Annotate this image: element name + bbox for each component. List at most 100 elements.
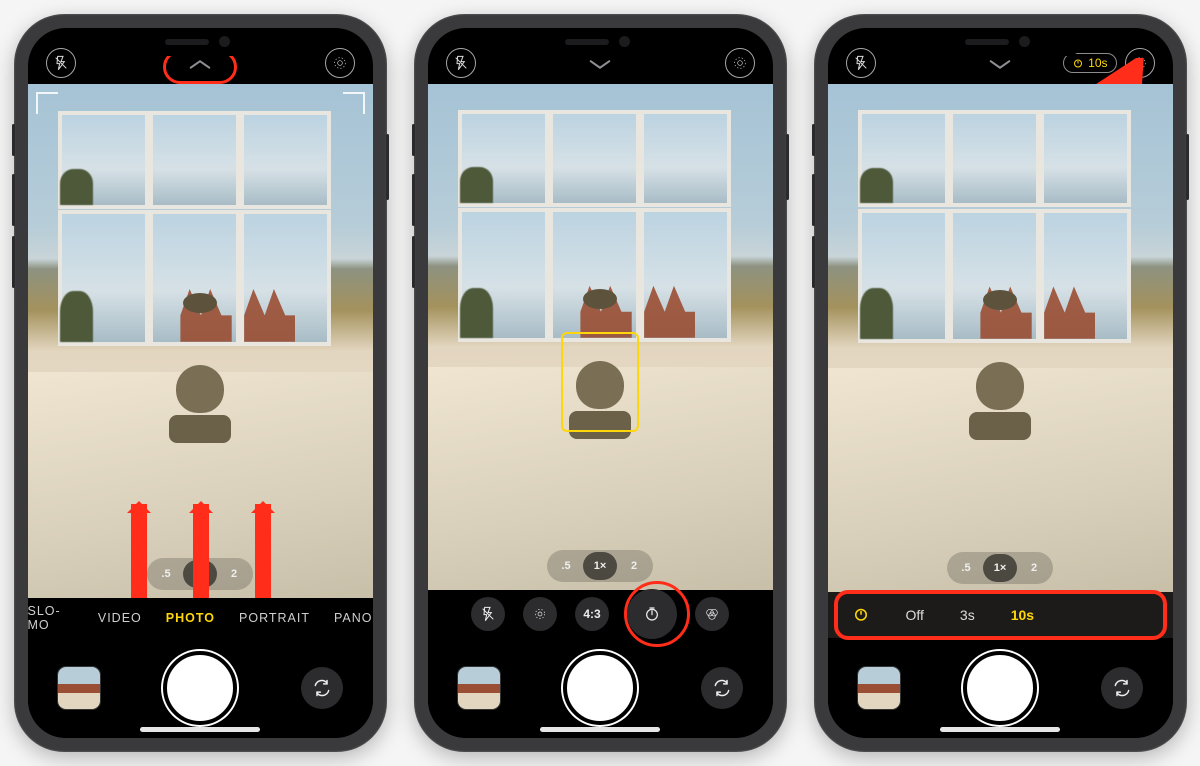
timer-indicator-label: 10s (1088, 56, 1107, 70)
mode-photo[interactable]: PHOTO (166, 611, 215, 625)
iphone-frame: .5 1× 2 4:3 (414, 14, 787, 752)
camera-controls-tray: 4:3 (428, 590, 773, 638)
annotation-box-timer-options (834, 590, 1167, 640)
scene-window (862, 114, 1138, 348)
mode-pano[interactable]: PANO (334, 611, 373, 625)
live-photo-toggle[interactable] (325, 48, 355, 78)
flash-off-icon (453, 55, 469, 71)
flash-off-icon (480, 606, 496, 622)
flash-off-icon (853, 55, 869, 71)
shutter-bar (28, 638, 373, 738)
chevron-down-icon (587, 57, 613, 71)
live-photo-icon (732, 55, 748, 71)
mute-switch (412, 124, 415, 156)
switch-camera-icon (1112, 678, 1132, 698)
shutter-button[interactable] (167, 655, 233, 721)
timer-options-row: Off 3s 10s (828, 592, 1173, 638)
iphone-frame: .5 1× 2 SLO-MO VIDEO PHOTO PORTRAIT PANO (14, 14, 387, 752)
shutter-button[interactable] (967, 655, 1033, 721)
switch-camera-button[interactable] (301, 667, 343, 709)
zoom-wide[interactable]: 1× (183, 560, 217, 588)
switch-camera-button[interactable] (701, 667, 743, 709)
timer-indicator-pill[interactable]: 10s (1063, 53, 1116, 73)
scene-subject (168, 351, 232, 437)
chevron-down-icon (987, 57, 1013, 71)
tray-filters-button[interactable] (695, 597, 729, 631)
flash-toggle[interactable] (846, 48, 876, 78)
camera-viewfinder[interactable]: .5 1× 2 (28, 84, 373, 598)
expand-controls-chevron[interactable] (187, 57, 213, 76)
volume-down-button (12, 236, 15, 288)
zoom-ultrawide[interactable]: .5 (949, 554, 983, 582)
scene-subject (968, 348, 1032, 434)
focus-indicator (561, 332, 639, 432)
timer-icon (644, 606, 660, 622)
live-photo-icon (532, 606, 548, 622)
chevron-up-icon (187, 57, 213, 71)
timer-icon (1072, 57, 1084, 69)
scene-window (62, 115, 338, 351)
zoom-tele[interactable]: 2 (217, 560, 251, 588)
camera-viewfinder[interactable]: .5 1× 2 (828, 84, 1173, 592)
zoom-tele[interactable]: 2 (1017, 554, 1051, 582)
volume-up-button (412, 174, 415, 226)
side-button (386, 134, 389, 200)
switch-camera-icon (712, 678, 732, 698)
zoom-selector[interactable]: .5 1× 2 (147, 558, 253, 590)
shutter-button[interactable] (567, 655, 633, 721)
live-photo-toggle[interactable] (725, 48, 755, 78)
timer-option-off[interactable]: Off (906, 607, 924, 623)
scene-window (462, 114, 738, 347)
volume-up-button (812, 174, 815, 226)
volume-down-button (812, 236, 815, 288)
side-button (1186, 134, 1189, 200)
side-button (786, 134, 789, 200)
zoom-wide[interactable]: 1× (983, 554, 1017, 582)
tray-timer-button[interactable] (627, 589, 677, 639)
flash-off-icon (53, 55, 69, 71)
filters-icon (704, 606, 720, 622)
notch (515, 28, 685, 56)
mode-video[interactable]: VIDEO (98, 611, 142, 625)
switch-camera-button[interactable] (1101, 667, 1143, 709)
home-indicator[interactable] (140, 727, 260, 732)
home-indicator[interactable] (540, 727, 660, 732)
zoom-selector[interactable]: .5 1× 2 (547, 550, 653, 582)
camera-viewfinder[interactable]: .5 1× 2 (428, 84, 773, 590)
last-photo-thumbnail[interactable] (858, 667, 900, 709)
flash-toggle[interactable] (46, 48, 76, 78)
timer-option-10s[interactable]: 10s (1011, 607, 1034, 623)
zoom-selector[interactable]: .5 1× 2 (947, 552, 1053, 584)
home-indicator[interactable] (940, 727, 1060, 732)
last-photo-thumbnail[interactable] (58, 667, 100, 709)
shutter-bar (428, 638, 773, 738)
timer-option-3s[interactable]: 3s (960, 607, 975, 623)
mute-switch (812, 124, 815, 156)
live-photo-icon (1132, 55, 1148, 71)
mode-portrait[interactable]: PORTRAIT (239, 611, 310, 625)
timer-icon (852, 605, 870, 626)
camera-mode-strip[interactable]: SLO-MO VIDEO PHOTO PORTRAIT PANO (28, 598, 373, 638)
tray-aspect-button[interactable]: 4:3 (575, 597, 609, 631)
iphone-frame: 10s (814, 14, 1187, 752)
zoom-ultrawide[interactable]: .5 (149, 560, 183, 588)
collapse-controls-chevron[interactable] (987, 57, 1013, 76)
volume-up-button (12, 174, 15, 226)
tray-live-button[interactable] (523, 597, 557, 631)
notch (115, 28, 285, 56)
volume-down-button (412, 236, 415, 288)
tray-flash-button[interactable] (471, 597, 505, 631)
live-photo-icon (332, 55, 348, 71)
shutter-bar (828, 638, 1173, 738)
zoom-tele[interactable]: 2 (617, 552, 651, 580)
zoom-wide[interactable]: 1× (583, 552, 617, 580)
mute-switch (12, 124, 15, 156)
live-photo-toggle[interactable] (1125, 48, 1155, 78)
last-photo-thumbnail[interactable] (458, 667, 500, 709)
zoom-ultrawide[interactable]: .5 (549, 552, 583, 580)
flash-toggle[interactable] (446, 48, 476, 78)
switch-camera-icon (312, 678, 332, 698)
collapse-controls-chevron[interactable] (587, 57, 613, 76)
mode-slomo[interactable]: SLO-MO (28, 604, 74, 632)
notch (915, 28, 1085, 56)
